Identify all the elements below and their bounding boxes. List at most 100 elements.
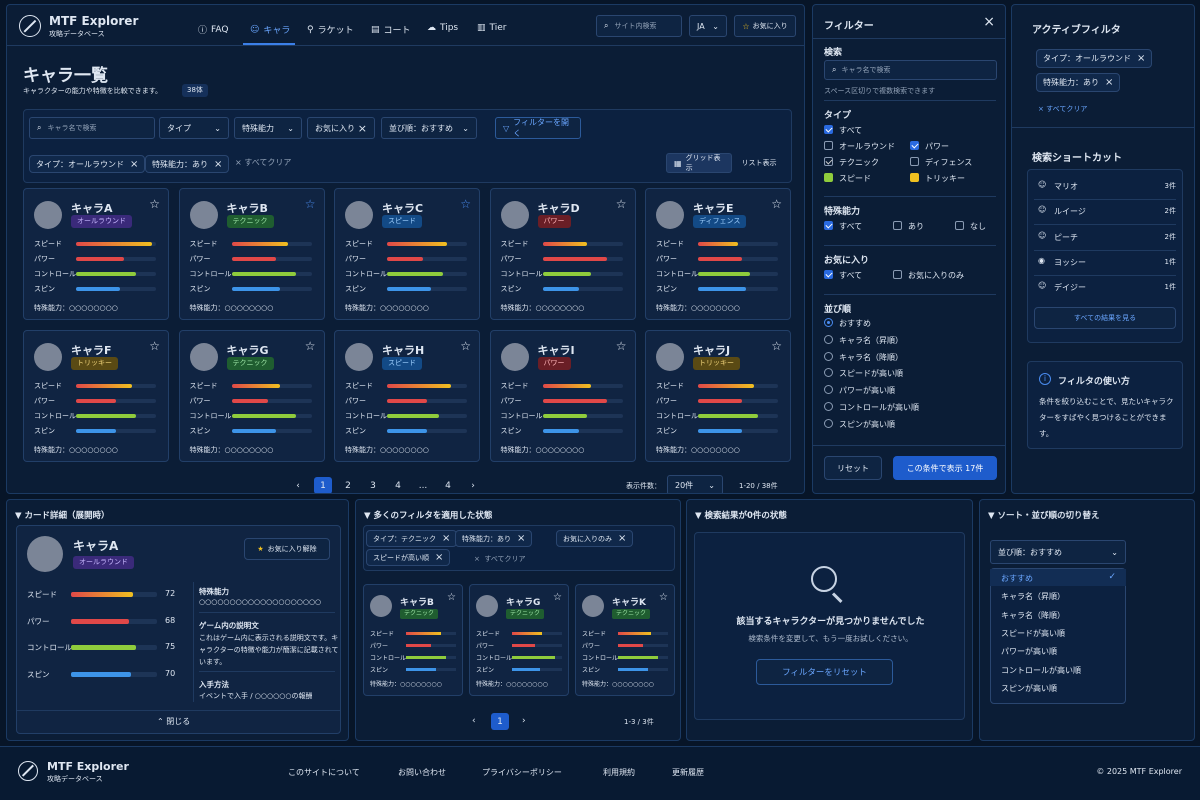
shortcut-item[interactable]: ☺ デイジー 1件	[1034, 278, 1176, 298]
page-button[interactable]: 2	[339, 477, 357, 493]
character-card[interactable]: キャラJ トリッキー ☆ スピード パワー コントロール スピン 特殊能力：○○○○○○○○	[645, 330, 791, 462]
type-select[interactable]: タイプ ⌄	[159, 117, 229, 139]
prev-page-icon[interactable]: ‹	[472, 716, 476, 726]
character-search-input[interactable]: ⌕ キャラ名で検索	[29, 117, 155, 139]
footer-link[interactable]: プライバシーポリシー	[482, 767, 562, 778]
open-filter-button[interactable]: ▽ フィルターを開く	[495, 117, 581, 139]
active-filter-chip[interactable]: 特殊能力：あり ×	[145, 155, 230, 173]
character-card[interactable]: キャラA オールラウンド ☆ スピード パワー コントロール スピン 特殊能力：○○○○○○○…	[23, 188, 169, 320]
favorite-star-icon[interactable]: ☆	[616, 339, 627, 353]
favorite-remove-button[interactable]: ★ お気に入り解除	[244, 538, 330, 560]
list-view-toggle[interactable]: リスト表示	[733, 153, 785, 173]
applied-filter-chip[interactable]: 特殊能力：あり ×	[455, 530, 533, 547]
active-filter-chip[interactable]: タイプ：オールラウンド ×	[1036, 49, 1153, 68]
character-card[interactable]: キャラD パワー ☆ スピード パワー コントロール スピン 特殊能力：○○○○○○○○	[489, 188, 636, 320]
character-card[interactable]: キャラG テクニック ☆ スピード パワー コントロール スピン 特殊能力：○○○○○○○○	[469, 584, 569, 696]
close-icon[interactable]: ×	[983, 14, 995, 30]
type-checkbox[interactable]: オールラウンド	[824, 141, 895, 152]
page-button[interactable]: 1	[314, 477, 332, 493]
character-card[interactable]: キャラG テクニック ☆ スピード パワー コントロール スピン 特殊能力：○○○○○○○○	[178, 330, 325, 462]
prev-page-icon[interactable]: ‹	[289, 477, 307, 493]
shortcut-item[interactable]: ◉ ヨッシー 1件	[1034, 253, 1176, 273]
footer-link[interactable]: 更新履歴	[672, 767, 704, 778]
type-checkbox[interactable]: テクニック	[824, 157, 879, 168]
close-icon[interactable]: ×	[1105, 77, 1113, 88]
favorite-star-icon[interactable]: ☆	[771, 197, 782, 211]
close-icon[interactable]: ×	[442, 533, 450, 544]
sort-option[interactable]: パワーが高い順	[990, 642, 1126, 659]
favorite-star-icon[interactable]: ☆	[771, 339, 782, 353]
active-filter-chip[interactable]: タイプ：オールラウンド ×	[29, 155, 146, 173]
applied-filter-chip[interactable]: タイプ：テクニック ×	[366, 530, 458, 547]
page-1-button[interactable]: 1	[491, 713, 509, 730]
close-icon[interactable]: ×	[618, 533, 626, 544]
ability-checkbox[interactable]: あり	[893, 221, 924, 232]
shortcut-item[interactable]: ☺ マリオ 3件	[1034, 177, 1176, 197]
active-clear-all[interactable]: × すべてクリア	[1038, 104, 1087, 114]
sort-radio[interactable]: パワーが高い順	[824, 385, 895, 396]
sort-radio[interactable]: コントロールが高い順	[824, 402, 919, 413]
language-select[interactable]: JA ⌄	[689, 15, 727, 37]
many-clear-all[interactable]: × すべてクリア	[474, 554, 526, 564]
close-icon[interactable]: ×	[435, 552, 443, 563]
footer-link[interactable]: このサイトについて	[288, 767, 360, 778]
clear-all-link[interactable]: × すべてクリア	[235, 157, 291, 168]
character-card[interactable]: キャラB テクニック ☆ スピード パワー コントロール スピン 特殊能力：○○○○○○○○	[178, 188, 325, 320]
reset-button[interactable]: リセット	[824, 456, 882, 480]
per-page-select[interactable]: 20件 ⌄	[667, 475, 723, 493]
type-checkbox[interactable]: すべて	[824, 125, 862, 136]
favorite-star-icon[interactable]: ☆	[616, 197, 627, 211]
filter-search-input[interactable]: ⌕ キャラ名で検索	[824, 60, 997, 80]
favorite-star-icon[interactable]: ☆	[149, 197, 160, 211]
favorite-star-icon[interactable]: ☆	[460, 197, 471, 211]
character-card[interactable]: キャラI パワー ☆ スピード パワー コントロール スピン 特殊能力：○○○○○○○○	[489, 330, 636, 462]
character-card[interactable]: キャラE ディフェンス ☆ スピード パワー コントロール スピン 特殊能力：○○○○○○○○	[645, 188, 791, 320]
sort-select[interactable]: 並び順：おすすめ ⌄	[381, 117, 477, 139]
active-filter-chip[interactable]: 特殊能力：あり ×	[1036, 73, 1121, 92]
character-card[interactable]: キャラC スピード ☆ スピード パワー コントロール スピン 特殊能力：○○○○○○○○	[334, 188, 480, 320]
nav-item-0[interactable]: ⓘ FAQ	[198, 23, 228, 37]
nav-item-3[interactable]: ▤ コート	[371, 23, 411, 37]
type-checkbox[interactable]: トリッキー	[910, 173, 965, 184]
sort-option[interactable]: キャラ名（昇順）	[990, 587, 1126, 604]
character-card[interactable]: キャラH スピード ☆ スピード パワー コントロール スピン 特殊能力：○○○○○○○○	[334, 330, 480, 462]
page-button[interactable]: ...	[414, 477, 432, 493]
nav-item-5[interactable]: ▥ Tier	[477, 23, 506, 33]
site-search-input[interactable]: ⌕ サイト内検索	[596, 15, 682, 37]
see-all-results-button[interactable]: すべての結果を見る	[1034, 307, 1176, 329]
favorite-star-icon[interactable]: ☆	[659, 592, 668, 603]
favorite-filter[interactable]: お気に入り ×	[307, 117, 375, 139]
close-detail-button[interactable]: ⌃ 閉じる	[157, 716, 190, 727]
nav-item-2[interactable]: ⚲ ラケット	[307, 23, 354, 37]
favorite-star-icon[interactable]: ☆	[553, 592, 562, 603]
fav-checkbox[interactable]: すべて	[824, 270, 862, 281]
sort-radio[interactable]: スピンが高い順	[824, 418, 895, 430]
ability-select[interactable]: 特殊能力 ⌄	[234, 117, 302, 139]
sort-radio[interactable]: おすすめ	[824, 318, 871, 329]
sort-option[interactable]: キャラ名（降順）	[990, 606, 1126, 623]
close-icon[interactable]: ×	[517, 533, 525, 544]
page-button[interactable]: 4	[389, 477, 407, 493]
page-button[interactable]: 3	[364, 477, 382, 493]
favorite-star-icon[interactable]: ☆	[149, 339, 160, 353]
type-checkbox[interactable]: パワー	[910, 141, 949, 152]
reset-filter-button[interactable]: フィルターをリセット	[756, 659, 893, 685]
ability-checkbox[interactable]: なし	[955, 221, 986, 232]
sort-radio[interactable]: スピードが高い順	[824, 368, 903, 379]
character-card[interactable]: キャラF トリッキー ☆ スピード パワー コントロール スピン 特殊能力：○○○○○○○○	[23, 330, 169, 462]
favorite-star-icon[interactable]: ☆	[460, 339, 471, 353]
grid-view-toggle[interactable]: ▦ グリッド表示	[666, 153, 732, 173]
favorites-button[interactable]: ☆ お気に入り	[734, 15, 796, 37]
next-page-icon[interactable]: ›	[464, 477, 482, 493]
footer-link[interactable]: お問い合わせ	[398, 767, 446, 778]
close-icon[interactable]: ×	[214, 159, 222, 170]
type-checkbox[interactable]: スピード	[824, 173, 871, 184]
nav-item-1[interactable]: ☺ キャラ	[250, 23, 290, 37]
sort-radio[interactable]: キャラ名（昇順）	[824, 334, 903, 346]
ability-checkbox[interactable]: すべて	[824, 221, 862, 232]
fav-checkbox[interactable]: お気に入りのみ	[893, 270, 964, 281]
page-button[interactable]: 4	[439, 477, 457, 493]
character-card[interactable]: キャラK テクニック ☆ スピード パワー コントロール スピン 特殊能力：○○○○○○○○	[575, 584, 675, 696]
favorite-star-icon[interactable]: ☆	[305, 197, 316, 211]
close-icon[interactable]: ×	[1137, 53, 1145, 64]
